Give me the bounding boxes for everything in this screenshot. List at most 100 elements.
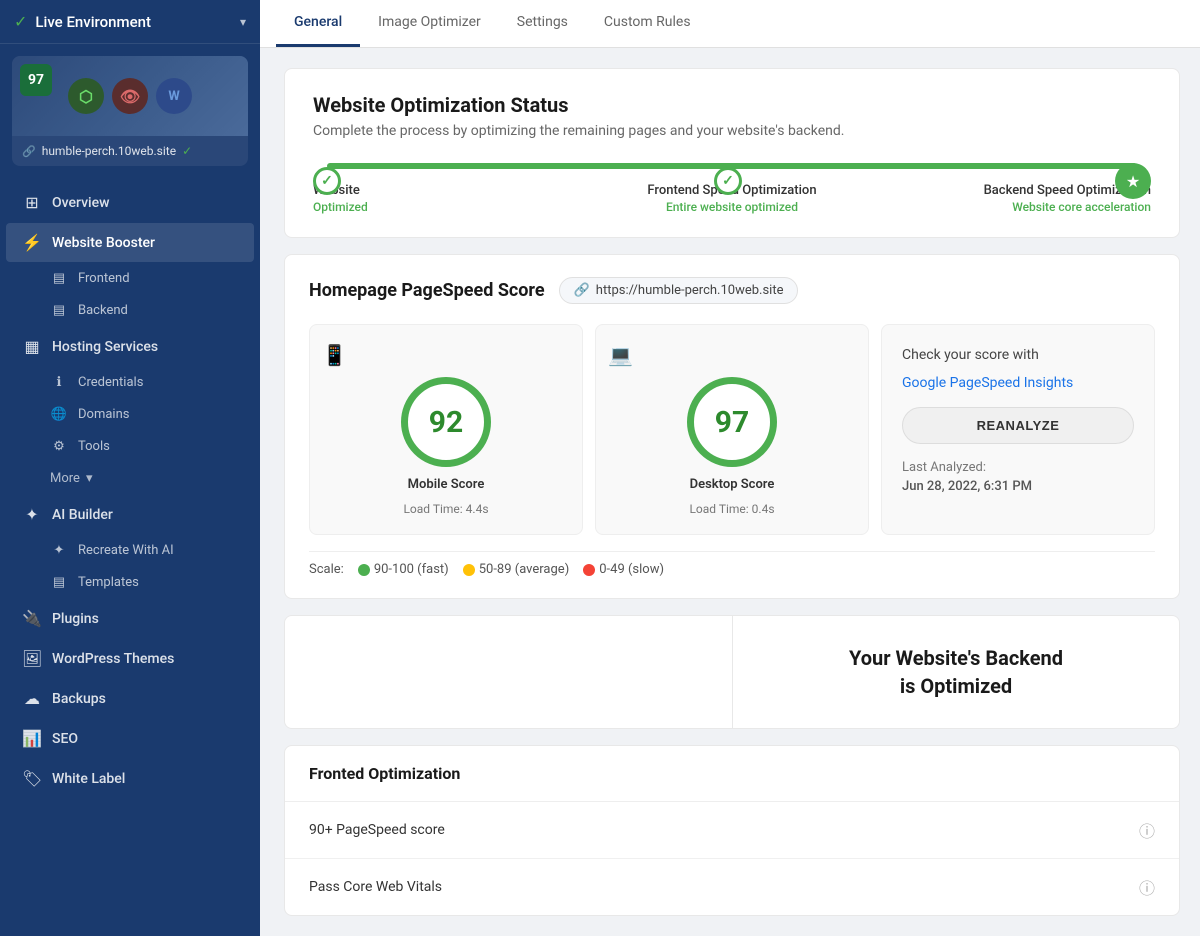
link-icon: 🔗 (574, 283, 590, 298)
sidebar-sub-label: Frontend (78, 271, 130, 286)
sidebar-item-overview[interactable]: ⊞ Overview (6, 183, 254, 222)
layers-icon[interactable]: ⬡ (68, 78, 104, 114)
env-selector[interactable]: ✓ Live Environment ▾ (0, 0, 260, 44)
sidebar-item-tools[interactable]: ⚙ Tools (6, 431, 254, 462)
tab-settings[interactable]: Settings (499, 0, 586, 47)
env-label: Live Environment (35, 13, 232, 31)
pagespeed-row-label: 90+ PageSpeed score (309, 822, 445, 838)
sidebar-item-ai-builder[interactable]: ✦ AI Builder (6, 495, 254, 534)
label-status: Optimized (313, 200, 592, 214)
sidebar-item-white-label[interactable]: 🏷 White Label (6, 759, 254, 798)
sidebar-item-label: Backups (52, 691, 238, 707)
sidebar-item-label: SEO (52, 731, 238, 747)
more-label: More (50, 471, 80, 486)
url-badge[interactable]: 🔗 https://humble-perch.10web.site (559, 277, 799, 304)
scale-fast: 90-100 (fast) (358, 562, 449, 577)
sidebar-item-templates[interactable]: ▤ Templates (6, 567, 254, 598)
last-analyzed-label: Last Analyzed: (902, 460, 986, 475)
fronted-optimization-card: Fronted Optimization 90+ PageSpeed score… (284, 745, 1180, 916)
pagespeed-title: Homepage PageSpeed Score (309, 280, 545, 301)
domains-icon: 🌐 (50, 407, 68, 422)
site-url-row: 🔗 humble-perch.10web.site ✓ (12, 136, 248, 166)
eye-icon[interactable]: 👁 (112, 78, 148, 114)
sidebar-item-wp-themes[interactable]: 🖼 WordPress Themes (6, 639, 254, 678)
plugins-icon: 🔌 (22, 609, 42, 628)
pagespeed-header: Homepage PageSpeed Score 🔗 https://humbl… (309, 277, 1155, 304)
site-thumbnail: 97 ⬡ 👁 W (12, 56, 248, 136)
sidebar-item-frontend[interactable]: ▤ Frontend (6, 263, 254, 294)
sidebar: ✓ Live Environment ▾ 97 ⬡ 👁 W 🔗 humble-p… (0, 0, 260, 936)
hosting-more[interactable]: More ▾ (6, 463, 254, 494)
nav-section-main: ⊞ Overview ⚡ Website Booster ▤ Frontend … (0, 178, 260, 803)
sidebar-item-domains[interactable]: 🌐 Domains (6, 399, 254, 430)
sidebar-sub-label: Backend (78, 303, 128, 318)
tabs-bar: General Image Optimizer Settings Custom … (260, 0, 1200, 48)
checkpoint-website: ✓ (313, 167, 341, 195)
sidebar-sub-label: Domains (78, 407, 129, 422)
templates-icon: ▤ (50, 575, 68, 590)
sidebar-sub-label: Credentials (78, 375, 143, 390)
fronted-row-pagespeed: 90+ PageSpeed score ⓘ (285, 802, 1179, 859)
credentials-icon: ℹ (50, 375, 68, 390)
wp-themes-icon: 🖼 (22, 649, 42, 668)
last-analyzed-date: Jun 28, 2022, 6:31 PM (902, 479, 1032, 494)
info-icon[interactable]: ⓘ (1139, 875, 1155, 899)
tab-general[interactable]: General (276, 0, 360, 47)
site-card: 97 ⬡ 👁 W 🔗 humble-perch.10web.site ✓ (12, 56, 248, 166)
main-content: General Image Optimizer Settings Custom … (260, 0, 1200, 936)
content-area: Website Optimization Status Complete the… (260, 48, 1200, 936)
sidebar-item-label: Hosting Services (52, 339, 238, 355)
sidebar-item-website-booster[interactable]: ⚡ Website Booster (6, 223, 254, 262)
backups-icon: ☁ (22, 689, 42, 708)
pagespeed-card: Homepage PageSpeed Score 🔗 https://humbl… (284, 254, 1180, 599)
sidebar-item-hosting[interactable]: ▦ Hosting Services (6, 327, 254, 366)
site-score-badge: 97 (20, 64, 52, 96)
sidebar-item-label: Overview (52, 195, 238, 211)
label-status: Entire website optimized (592, 200, 871, 214)
opt-status-title: Website Optimization Status (313, 93, 1151, 117)
mobile-device-icon: 📱 (322, 343, 347, 367)
desktop-score-box: 💻 97 Desktop Score Load Time: 0.4s (595, 324, 869, 535)
google-pagespeed-link[interactable]: Google PageSpeed Insights (902, 375, 1134, 391)
reanalyze-button[interactable]: REANALYZE (902, 407, 1134, 444)
hosting-icon: ▦ (22, 337, 42, 356)
mobile-load-time: Load Time: 4.4s (403, 502, 488, 516)
tab-image-optimizer[interactable]: Image Optimizer (360, 0, 499, 47)
dot-green (358, 564, 370, 576)
mobile-score-box: 📱 92 Mobile Score Load Time: 4.4s (309, 324, 583, 535)
sidebar-sub-label: Recreate With AI (78, 543, 174, 558)
backend-optimized-text: Your Website's Backendis Optimized (849, 644, 1063, 700)
info-icon[interactable]: ⓘ (1139, 818, 1155, 842)
recreate-icon: ✦ (50, 543, 68, 558)
sidebar-item-label: Website Booster (52, 235, 238, 251)
env-chevron-icon: ▾ (240, 15, 246, 29)
optimization-status-card: Website Optimization Status Complete the… (284, 68, 1180, 238)
site-icons: ⬡ 👁 W (68, 78, 192, 114)
sidebar-item-backups[interactable]: ☁ Backups (6, 679, 254, 718)
last-analyzed-section: Last Analyzed: Jun 28, 2022, 6:31 PM (902, 456, 1134, 494)
fronted-row-core-web: Pass Core Web Vitals ⓘ (285, 859, 1179, 916)
sidebar-item-plugins[interactable]: 🔌 Plugins (6, 599, 254, 638)
backend-left (285, 616, 732, 728)
sidebar-item-recreate[interactable]: ✦ Recreate With AI (6, 535, 254, 566)
fronted-header: Fronted Optimization (285, 746, 1179, 802)
booster-icon: ⚡ (22, 233, 42, 252)
opt-status-subtitle: Complete the process by optimizing the r… (313, 123, 1151, 139)
fronted-title: Fronted Optimization (309, 764, 460, 783)
tab-custom-rules[interactable]: Custom Rules (586, 0, 709, 47)
env-check-icon: ✓ (14, 12, 27, 31)
wp-icon[interactable]: W (156, 78, 192, 114)
backend-optimized-card: Your Website's Backendis Optimized (732, 616, 1179, 728)
more-chevron-icon: ▾ (86, 471, 93, 486)
sidebar-item-credentials[interactable]: ℹ Credentials (6, 367, 254, 398)
backend-row: Your Website's Backendis Optimized (284, 615, 1180, 729)
check-score-title: Check your score with (902, 347, 1134, 363)
sidebar-item-label: White Label (52, 771, 238, 787)
desktop-load-time: Load Time: 0.4s (689, 502, 774, 516)
core-web-row-label: Pass Core Web Vitals (309, 879, 442, 895)
sidebar-item-seo[interactable]: 📊 SEO (6, 719, 254, 758)
link-icon: 🔗 (22, 145, 36, 158)
ai-builder-icon: ✦ (22, 505, 42, 524)
sidebar-item-backend[interactable]: ▤ Backend (6, 295, 254, 326)
overview-icon: ⊞ (22, 193, 42, 212)
